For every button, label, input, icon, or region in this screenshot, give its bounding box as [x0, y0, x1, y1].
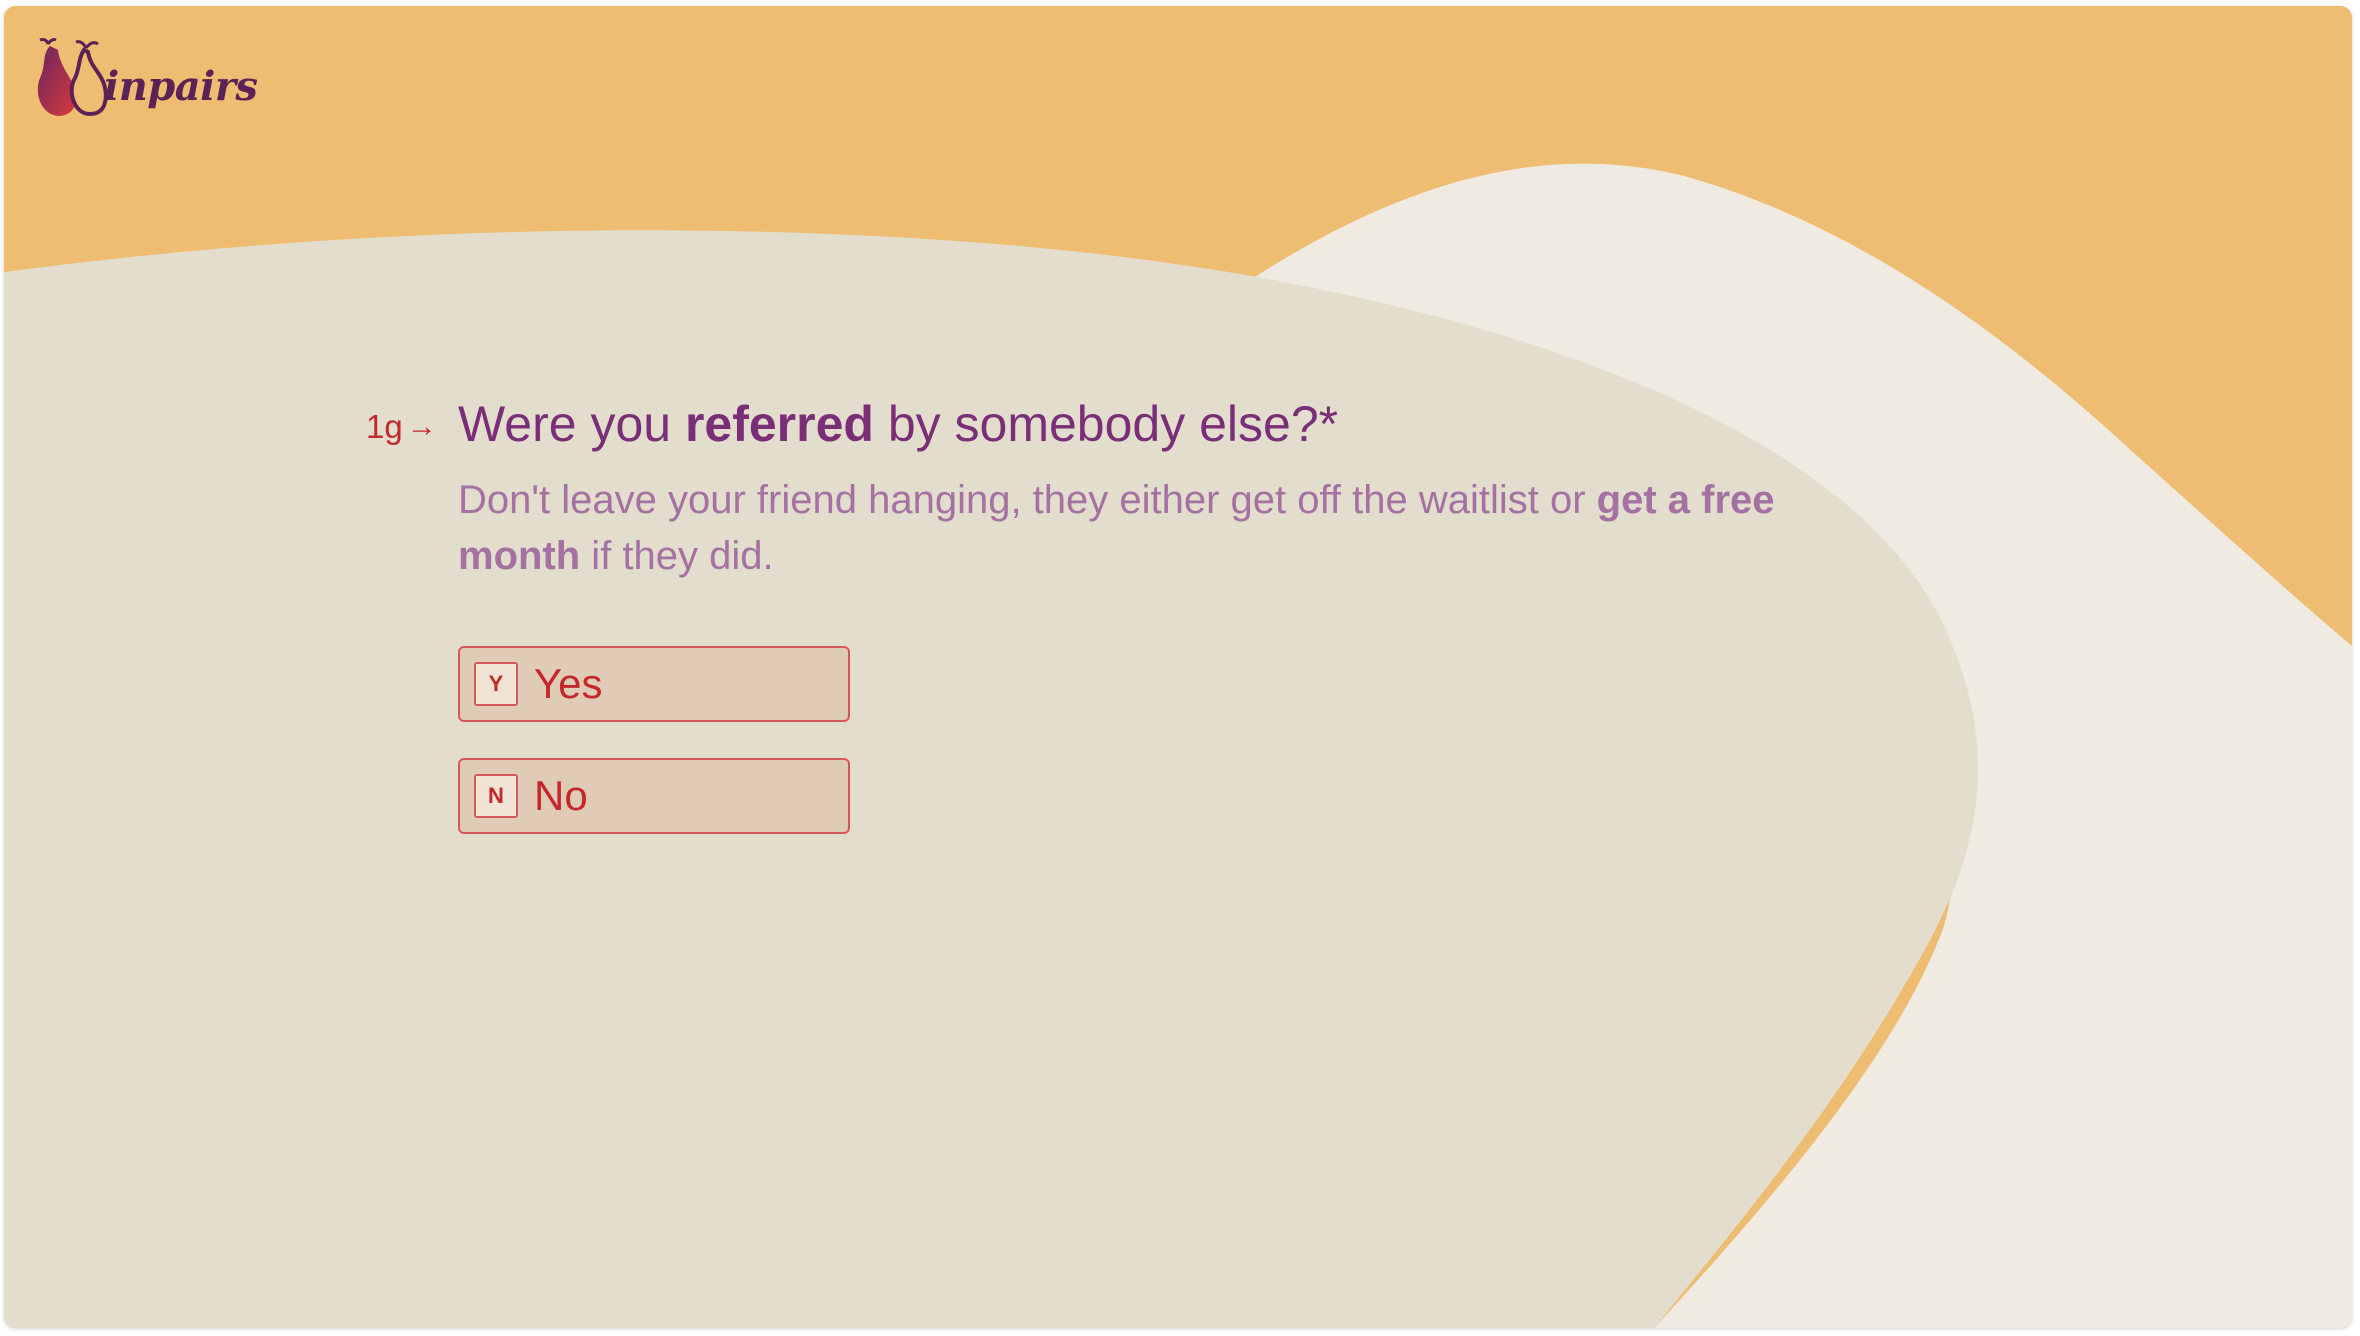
question-title: Were you referred by somebody else?*: [458, 390, 1338, 458]
choice-yes-key: Y: [474, 662, 518, 706]
brand-logo[interactable]: inpairs: [34, 36, 258, 120]
question-description-end: if they did.: [580, 534, 774, 578]
question-title-start: Were you: [458, 396, 685, 452]
choice-no-button[interactable]: N No: [458, 758, 850, 834]
question-title-emphasis: referred: [684, 396, 874, 452]
question-description: Don't leave your friend hanging, they ei…: [458, 472, 1898, 584]
choice-no-key: N: [474, 774, 518, 818]
question-description-start: Don't leave your friend hanging, they ei…: [458, 478, 1597, 522]
background-shapes: [4, 6, 2352, 1328]
arrow-right-icon: →: [406, 410, 437, 443]
question-number-label: 1g: [366, 408, 403, 445]
choice-yes-label: Yes: [534, 660, 603, 707]
pear-icon: [37, 38, 108, 117]
question-number: 1g →: [366, 408, 437, 446]
choice-yes-button[interactable]: Y Yes: [458, 646, 850, 722]
form-page: inpairs 1g → Were you referred by somebo…: [4, 6, 2352, 1328]
logo-wordmark: inpairs: [104, 63, 258, 110]
choice-no-label: No: [534, 772, 588, 819]
question-title-end: by somebody else?*: [873, 396, 1339, 452]
